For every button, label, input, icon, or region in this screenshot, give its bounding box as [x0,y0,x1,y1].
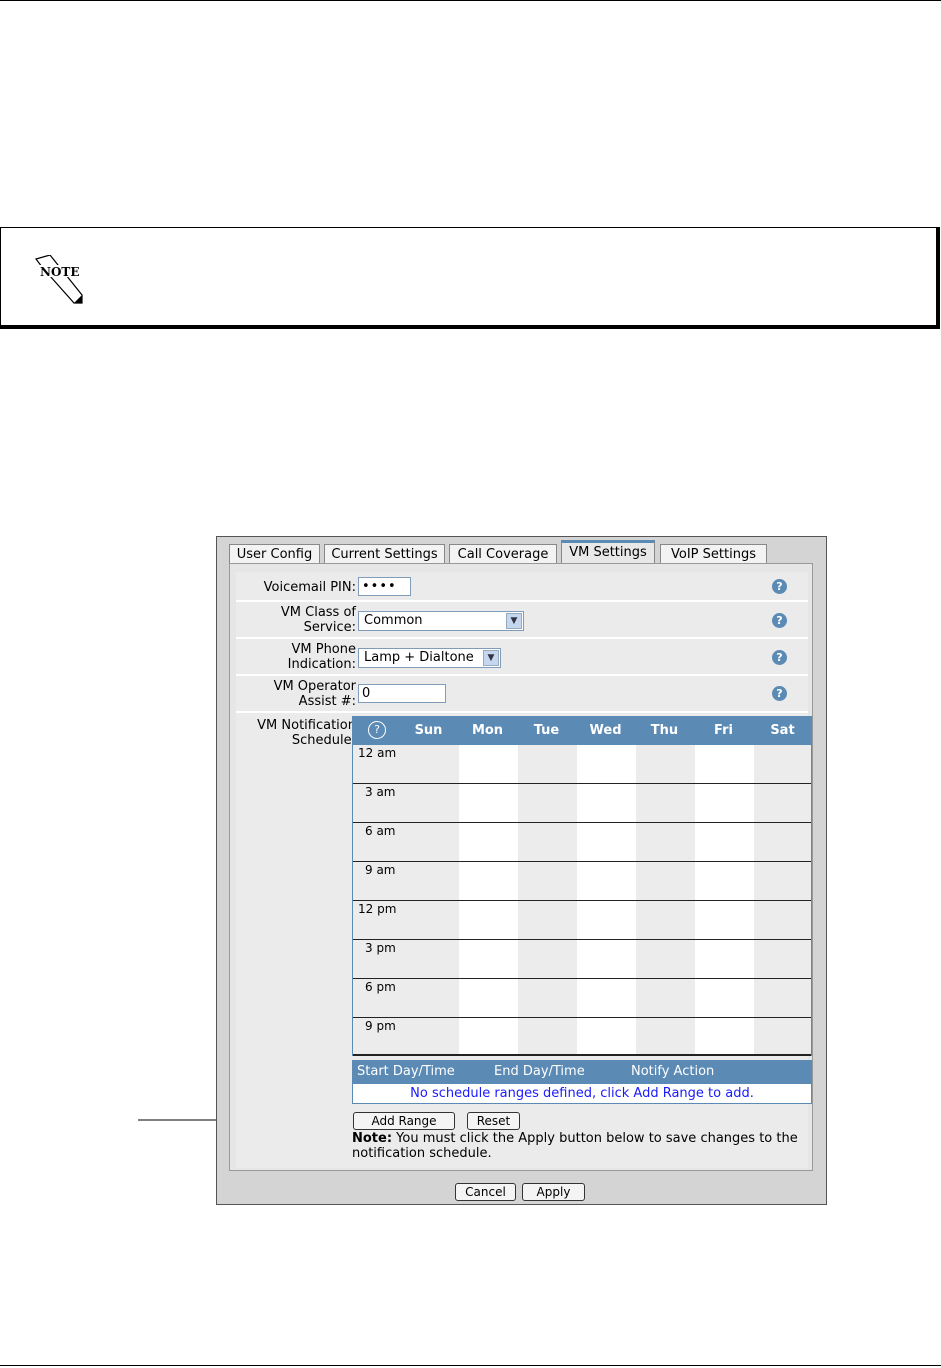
class-of-service-value: Common [364,613,423,628]
row-phone-indication: VM Phone Indication: Lamp + Dialtone ▼ ? [236,639,808,676]
note-bold: Note: [352,1131,393,1146]
time-row: 3 pm [353,940,811,979]
time-row: 3 am [353,784,811,823]
note-pencil-icon: NOTE [34,255,83,304]
time-label: 12 am [358,746,397,760]
add-range-button[interactable]: Add Range [353,1112,455,1130]
tab-call-coverage[interactable]: Call Coverage [449,544,557,563]
day-tue: Tue [533,723,560,738]
day-sat: Sat [770,723,795,738]
phone-indication-select[interactable]: Lamp + Dialtone ▼ [358,648,501,668]
day-sun: Sun [414,723,443,738]
row-operator-assist: VM Operator Assist #: 0 ? [236,676,808,713]
operator-label-line2: Assist #: [298,694,356,709]
range-start-header: Start Day/Time [357,1064,455,1079]
help-icon[interactable]: ? [772,613,787,628]
page-top-rule [0,0,941,1]
chevron-down-icon[interactable]: ▼ [483,650,499,666]
time-row: 6 am [353,823,811,862]
tab-voip-settings[interactable]: VoIP Settings [660,544,767,563]
phone-indication-value: Lamp + Dialtone [364,650,474,665]
range-empty-message: No schedule ranges defined, click Add Ra… [352,1083,812,1104]
reset-button[interactable]: Reset [467,1112,520,1130]
time-label: 3 am [365,785,396,799]
range-end-header: End Day/Time [494,1064,585,1079]
row-class-of-service: VM Class of Service: Common ▼ ? [236,602,808,639]
range-action-header: Notify Action [631,1064,715,1079]
tab-current-settings[interactable]: Current Settings [324,544,445,563]
help-icon[interactable]: ? [772,686,787,701]
schedule-grid-header: ? Sun Mon Tue Wed Thu Fri Sat [352,716,812,745]
operator-assist-input[interactable]: 0 [358,684,446,703]
note-body: You must click the Apply button below to… [352,1131,798,1161]
class-label-line2: Service: [303,620,356,635]
time-row: 6 pm [353,979,811,1018]
range-table-header: Start Day/Time End Day/Time Notify Actio… [352,1060,812,1083]
tab-user-config[interactable]: User Config [229,544,320,563]
indication-label-line1: VM Phone [291,642,356,657]
help-icon[interactable]: ? [772,650,787,665]
class-of-service-select[interactable]: Common ▼ [358,611,524,631]
page-bottom-rule [0,1365,941,1366]
day-mon: Mon [471,723,504,738]
day-wed: Wed [589,723,622,738]
schedule-label-line1: VM Notification [257,718,356,733]
time-label: 9 pm [365,1019,396,1033]
chevron-down-icon[interactable]: ▼ [506,613,522,629]
class-label-line1: VM Class of [280,605,356,620]
note-box [0,227,940,329]
time-row: 9 am [353,862,811,901]
day-thu: Thu [650,723,679,738]
row-voicemail-pin: Voicemail PIN: •••• ? [236,572,808,602]
operator-label-line1: VM Operator [273,679,356,694]
indication-label-line2: Indication: [287,657,356,672]
save-reminder-note: Note: You must click the Apply button be… [352,1131,802,1161]
note-label: NOTE [40,265,80,279]
time-row: 9 pm [353,1018,811,1056]
cancel-button[interactable]: Cancel [455,1183,516,1201]
time-label: 6 am [365,824,396,838]
help-icon[interactable]: ? [368,721,386,739]
time-row: 12 pm [353,901,811,940]
voicemail-pin-label: Voicemail PIN: [263,580,356,595]
time-label: 9 am [365,863,396,877]
vm-settings-window: User Config Current Settings Call Covera… [216,536,827,1205]
apply-button[interactable]: Apply [522,1183,585,1201]
day-fri: Fri [714,723,733,738]
time-label: 6 pm [365,980,396,994]
settings-panel: Voicemail PIN: •••• ? VM Class of Servic… [229,563,813,1171]
schedule-grid-body[interactable]: 12 am 3 am 6 am 9 am 12 pm 3 pm 6 pm 9 p… [352,745,812,1056]
voicemail-pin-input[interactable]: •••• [358,577,411,596]
schedule-label-line2: Schedule: [291,733,356,748]
help-icon[interactable]: ? [772,579,787,594]
time-label: 12 pm [358,902,397,916]
tab-vm-settings[interactable]: VM Settings [561,540,655,564]
time-row: 12 am [353,745,811,784]
time-label: 3 pm [365,941,396,955]
